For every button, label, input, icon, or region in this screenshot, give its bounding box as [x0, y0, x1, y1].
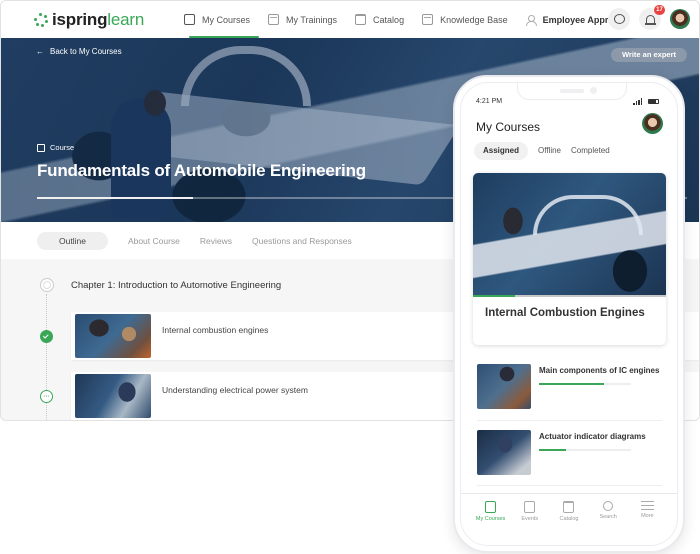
tabbar-catalog[interactable]: Catalog: [551, 501, 587, 545]
nav-label: Knowledge Base: [440, 14, 508, 25]
course-item-title: Actuator indicator diagrams: [539, 432, 646, 441]
signal-icon: [633, 98, 642, 105]
lesson-thumbnail: [75, 374, 151, 418]
nav-item-knowledge-base[interactable]: Knowledge Base: [413, 1, 517, 38]
mobile-tab-assigned[interactable]: Assigned: [474, 142, 529, 160]
completed-check-icon: [40, 330, 53, 343]
tabbar-search[interactable]: Search: [590, 501, 626, 545]
messages-button[interactable]: [608, 8, 630, 30]
chat-icon: [613, 14, 625, 24]
course-item-title: Main components of IC engines: [539, 366, 660, 375]
chapter-title[interactable]: Chapter 1: Introduction to Automotive En…: [71, 280, 281, 291]
book-icon: [184, 14, 195, 25]
book-icon: [485, 501, 497, 513]
lesson-thumbnail: [75, 314, 151, 358]
arrow-left-icon: ←: [36, 47, 44, 56]
course-type-text: Course: [50, 143, 75, 152]
catalog-icon: [563, 501, 575, 513]
notifications-button[interactable]: 17: [639, 5, 665, 30]
appraisal-icon: [525, 14, 537, 26]
featured-image-arch: [533, 195, 643, 235]
course-item-progress-bar: [539, 383, 631, 385]
nav-item-catalog[interactable]: Catalog: [346, 1, 413, 38]
nav-item-my-trainings[interactable]: My Trainings: [259, 1, 346, 38]
tabbar-label: Search: [599, 514, 617, 520]
course-item-progress-fill: [539, 449, 566, 451]
course-type-label: Course: [37, 143, 74, 152]
tab-outline[interactable]: Outline: [37, 231, 108, 250]
logo-mark-icon: [34, 13, 48, 27]
knowledge-base-icon: [422, 14, 434, 25]
write-an-expert-button[interactable]: Write an expert: [610, 48, 687, 62]
in-progress-icon: ···: [40, 390, 53, 403]
chapter-status-icon: [40, 278, 54, 292]
mobile-tab-bar: My Courses Events Catalog Search More: [461, 493, 677, 545]
list-divider: [477, 485, 662, 486]
tabbar-more[interactable]: More: [629, 501, 665, 545]
top-actions: 17: [608, 5, 690, 30]
tabbar-my-courses[interactable]: My Courses: [473, 501, 509, 545]
nav-item-my-courses[interactable]: My Courses: [175, 1, 260, 38]
mobile-course-tabs: Assigned Offline Completed: [474, 142, 610, 160]
list-divider: [477, 420, 662, 421]
course-item-progress-bar: [539, 449, 631, 451]
nav-label: My Courses: [202, 14, 251, 25]
featured-course-progress-fill: [473, 295, 516, 297]
logo-text: ispringlearn: [52, 10, 145, 29]
book-icon: [37, 143, 45, 152]
tab-reviews[interactable]: Reviews: [200, 232, 232, 250]
camera: [590, 87, 597, 94]
mobile-course-item[interactable]: Actuator indicator diagrams: [477, 430, 665, 490]
status-time: 4:21 PM: [476, 98, 503, 105]
tab-about-course[interactable]: About Course: [128, 232, 180, 250]
back-to-my-courses-link[interactable]: ← Back to My Courses: [36, 47, 122, 56]
bell-icon: [644, 14, 656, 25]
main-nav: My Courses My Trainings Catalog Knowledg…: [175, 1, 637, 38]
search-icon: [603, 501, 614, 511]
lesson-title: Understanding electrical power system: [162, 385, 308, 395]
lesson-title: Internal combustion engines: [162, 325, 269, 335]
menu-icon: [640, 501, 654, 510]
tabbar-label: More: [641, 513, 654, 519]
course-progress-fill: [37, 197, 193, 199]
course-thumbnail: [477, 364, 531, 409]
tabbar-label: Events: [521, 516, 539, 522]
speaker: [560, 89, 584, 93]
ispring-learn-logo[interactable]: ispringlearn: [34, 10, 145, 29]
nav-label: Catalog: [373, 14, 405, 25]
calendar-icon: [524, 501, 536, 513]
phone-notch: [517, 83, 627, 100]
mobile-phone-mockup: 4:21 PM My Courses Assigned Offline Comp…: [453, 75, 685, 553]
notifications-badge: 17: [654, 5, 665, 15]
tabbar-label: Catalog: [559, 516, 579, 522]
mobile-page-title: My Courses: [476, 120, 541, 134]
calendar-icon: [268, 14, 280, 25]
mobile-screen: 4:21 PM My Courses Assigned Offline Comp…: [460, 82, 678, 546]
battery-icon: [648, 99, 659, 104]
back-link-label: Back to My Courses: [50, 47, 122, 56]
tabbar-events[interactable]: Events: [512, 501, 548, 545]
user-avatar[interactable]: [670, 9, 690, 29]
tabbar-label: My Courses: [475, 516, 506, 522]
course-title: Fundamentals of Automobile Engineering: [37, 161, 366, 180]
course-item-progress-fill: [539, 383, 605, 385]
course-thumbnail: [477, 430, 531, 475]
featured-course-image: [473, 173, 666, 297]
featured-course-progress-bar: [473, 295, 666, 297]
mobile-tab-offline[interactable]: Offline: [538, 142, 561, 160]
featured-course-card[interactable]: Internal Combustion Engines: [473, 173, 666, 345]
top-navigation-bar: ispringlearn My Courses My Trainings Cat…: [1, 1, 699, 38]
mobile-course-item[interactable]: Main components of IC engines: [477, 364, 665, 424]
mobile-tab-completed[interactable]: Completed: [571, 142, 610, 160]
catalog-icon: [355, 14, 367, 25]
logo-text-bold: ispring: [52, 10, 108, 29]
logo-text-light: learn: [107, 10, 145, 29]
nav-label: My Trainings: [286, 14, 338, 25]
tab-questions-and-responses[interactable]: Questions and Responses: [252, 232, 352, 250]
featured-course-title: Internal Combustion Engines: [485, 307, 645, 319]
mobile-user-avatar[interactable]: [642, 113, 663, 134]
